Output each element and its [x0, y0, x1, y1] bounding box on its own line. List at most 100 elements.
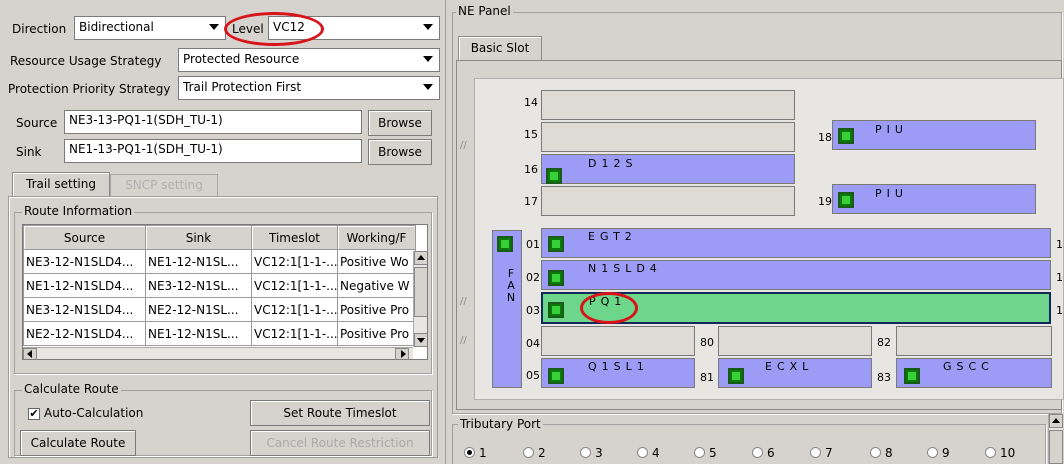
fan-status-icon [497, 236, 513, 252]
radio-icon [752, 447, 763, 458]
column-header-sink[interactable]: Sink [145, 225, 252, 250]
resource-strategy-value: Protected Resource [183, 52, 300, 66]
cell-working: Positive Pro [337, 297, 416, 322]
slot-80[interactable] [718, 326, 872, 356]
slot-02-right-number: 1 [1056, 271, 1063, 284]
slot-15[interactable] [541, 122, 795, 152]
divider-mark: // [460, 140, 467, 151]
slot-number: 15 [524, 128, 538, 141]
direction-select[interactable]: Bidirectional [74, 16, 226, 40]
table-row[interactable]: NE2-12-N1SLD4... NE1-12-N1SL... VC12:1[1… [23, 321, 416, 346]
slot-81-status-icon [728, 368, 744, 384]
table-horizontal-scrollbar[interactable] [23, 347, 413, 359]
port-radio-8[interactable]: 8 [870, 446, 893, 460]
cell-sink: NE1-12-N1SL... [145, 249, 252, 274]
table-row[interactable]: NE1-12-N1SLD4... NE3-12-N1SL... VC12:1[1… [23, 273, 416, 298]
column-header-timeslot[interactable]: Timeslot [251, 225, 338, 250]
column-header-working[interactable]: Working/F [337, 225, 416, 250]
priority-strategy-select[interactable]: Trail Protection First [178, 76, 440, 100]
slot-02[interactable]: N1SLD4 [541, 260, 1051, 290]
slot-04[interactable] [541, 326, 695, 356]
cell-sink: NE2-12-N1SL... [145, 297, 252, 322]
slot-number: 18 [818, 131, 832, 144]
slot-number: 03 [526, 304, 540, 317]
route-table: Source Sink Timeslot Working/F NE3-12-N1… [22, 224, 428, 360]
sink-field[interactable]: NE1-13-PQ1-1(SDH_TU-1) [64, 139, 362, 163]
slot-18-status-icon [838, 128, 854, 144]
cell-working: Positive Wo [337, 249, 416, 274]
priority-strategy-value: Trail Protection First [183, 80, 302, 94]
tab-trail-setting-label: Trail setting [26, 177, 96, 191]
table-row[interactable]: NE3-12-N1SLD4... NE2-12-N1SL... VC12:1[1… [23, 297, 416, 322]
port-radio-5[interactable]: 5 [694, 446, 717, 460]
slot-02-status-icon [548, 270, 564, 286]
radio-selected-icon [464, 447, 475, 458]
column-header-source[interactable]: Source [23, 225, 146, 250]
priority-strategy-label: Protection Priority Strategy [8, 82, 171, 96]
slot-81-label: ECXL [765, 360, 814, 373]
tab-sncp-setting-label: SNCP setting [125, 178, 203, 192]
calculate-route-button[interactable]: Calculate Route [20, 430, 136, 456]
slot-19-label: PIU [875, 187, 908, 200]
tributary-port-title: Tributary Port [458, 417, 543, 431]
port-radio-7[interactable]: 7 [810, 446, 833, 460]
port-radio-10[interactable]: 10 [985, 446, 1015, 460]
slot-03-right-number: 1 [1056, 304, 1063, 317]
scroll-thumb[interactable] [1049, 430, 1063, 464]
set-route-timeslot-button[interactable]: Set Route Timeslot [250, 400, 430, 426]
slot-05[interactable]: Q1SL1 [541, 358, 695, 388]
port-radio-4[interactable]: 4 [637, 446, 660, 460]
cell-timeslot: VC12:1[1-1-... [251, 249, 338, 274]
source-browse-button[interactable]: Browse [368, 110, 432, 136]
source-field[interactable]: NE3-13-PQ1-1(SDH_TU-1) [64, 110, 362, 134]
divider-mark: // [460, 335, 467, 346]
direction-label: Direction [12, 22, 67, 36]
slot-01[interactable]: EGT2 [541, 228, 1051, 258]
slot-18[interactable]: PIU [832, 120, 1036, 150]
slot-02-label: N1SLD4 [588, 262, 662, 275]
port-radio-2[interactable]: 2 [523, 446, 546, 460]
radio-icon [637, 447, 648, 458]
slot-19[interactable]: PIU [832, 184, 1036, 214]
cell-working: Positive Pro [337, 321, 416, 346]
radio-icon [927, 447, 938, 458]
port-radio-3[interactable]: 3 [580, 446, 603, 460]
slot-05-status-icon [548, 368, 564, 384]
cell-sink: NE1-12-N1SL... [145, 321, 252, 346]
slot-01-status-icon [548, 236, 564, 252]
radio-icon [810, 447, 821, 458]
slot-83-label: GSCC [943, 360, 994, 373]
scroll-thumb[interactable] [414, 267, 427, 317]
slot-05-label: Q1SL1 [588, 360, 649, 373]
sink-browse-button[interactable]: Browse [368, 139, 432, 165]
port-radio-9[interactable]: 9 [927, 446, 950, 460]
slot-01-label: EGT2 [588, 230, 637, 243]
table-row[interactable]: NE3-12-N1SLD4... NE1-12-N1SL... VC12:1[1… [23, 249, 416, 274]
port-radio-1[interactable]: 1 [464, 446, 487, 460]
tab-trail-setting[interactable]: Trail setting [12, 172, 110, 196]
radio-icon [694, 447, 705, 458]
fan-slot[interactable] [492, 230, 522, 388]
cell-timeslot: VC12:1[1-1-... [251, 297, 338, 322]
slot-14[interactable] [541, 90, 795, 120]
cancel-route-restriction-button[interactable]: Cancel Route Restriction [250, 430, 430, 456]
cell-timeslot: VC12:1[1-1-... [251, 321, 338, 346]
cell-sink: NE3-12-N1SL... [145, 273, 252, 298]
tab-basic-slot[interactable]: Basic Slot [458, 36, 542, 60]
tributary-scrollbar[interactable] [1048, 414, 1063, 464]
resource-strategy-label: Resource Usage Strategy [10, 54, 162, 68]
sink-label: Sink [16, 145, 42, 159]
slot-number: 16 [524, 163, 538, 176]
slot-82[interactable] [896, 326, 1052, 356]
slot-17[interactable] [541, 186, 795, 216]
auto-calculation-checkbox[interactable]: ✔ [28, 408, 40, 420]
slot-16[interactable]: D12S [541, 154, 795, 184]
ne-panel-title: NE Panel [456, 4, 513, 18]
table-vertical-scrollbar[interactable] [413, 251, 427, 347]
tab-sncp-setting[interactable]: SNCP setting [110, 174, 218, 196]
resource-strategy-select[interactable]: Protected Resource [178, 48, 440, 72]
port-radio-6[interactable]: 6 [752, 446, 775, 460]
slot-number: 19 [818, 195, 832, 208]
cell-source: NE1-12-N1SLD4... [23, 273, 146, 298]
route-information-title: Route Information [22, 204, 135, 218]
